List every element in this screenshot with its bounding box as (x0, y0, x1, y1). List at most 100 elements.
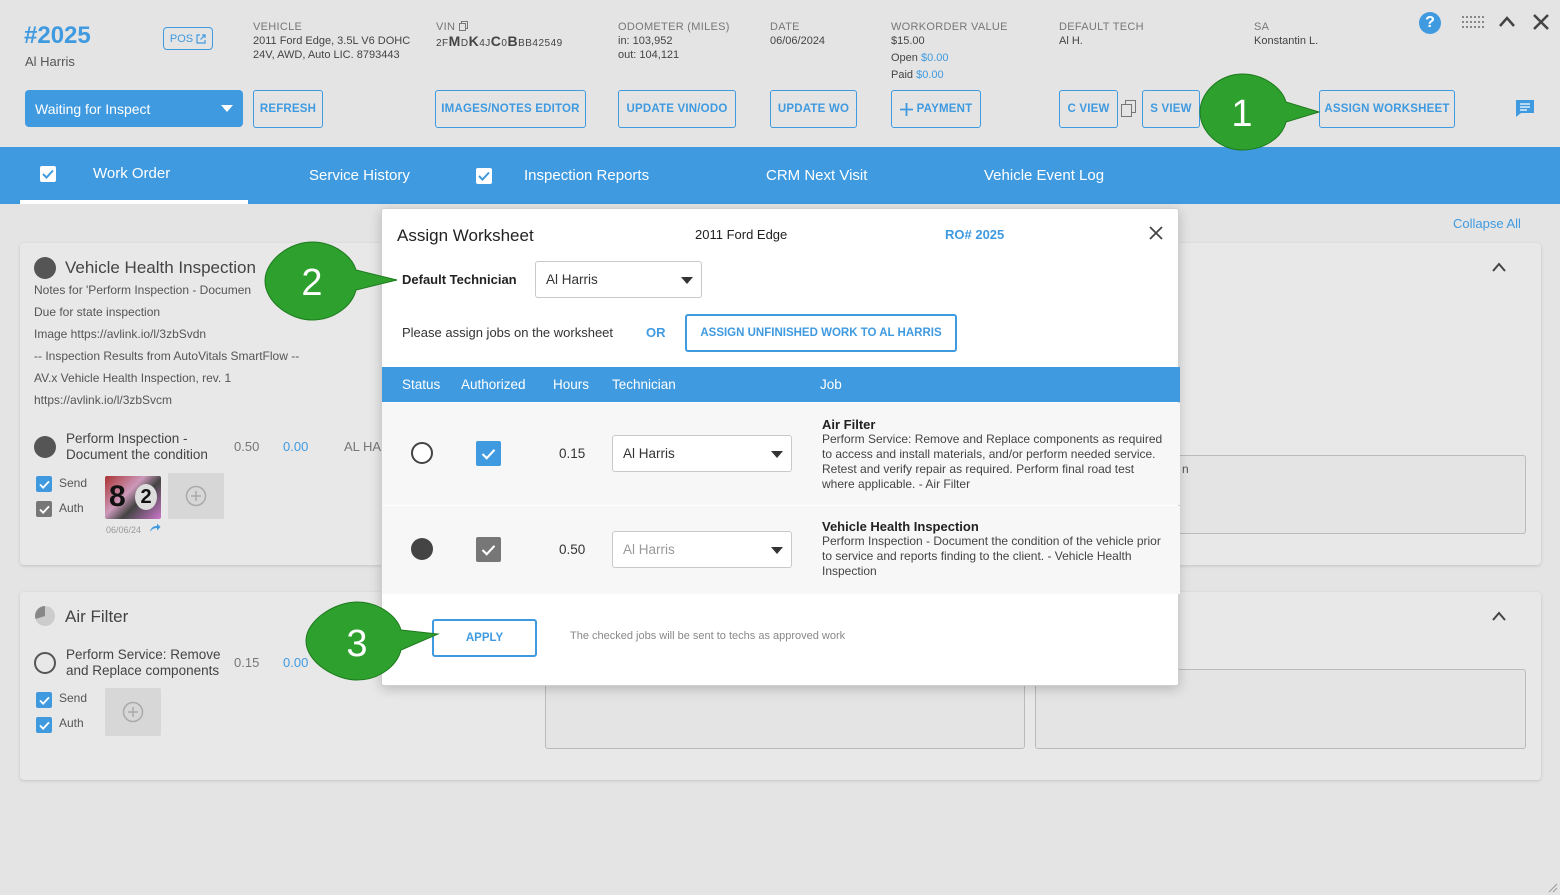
send-label: Send (59, 476, 88, 490)
technician-select[interactable]: Al Harris (612, 435, 792, 472)
job-title: Air Filter (822, 417, 876, 432)
c-view-button[interactable]: C VIEW (1059, 90, 1118, 128)
share-icon[interactable] (149, 523, 161, 533)
default-technician-value: Al Harris (546, 272, 598, 287)
grid-icon[interactable] (1462, 16, 1486, 30)
callout-number: 1 (1231, 93, 1252, 135)
resize-grip-icon[interactable] (1546, 881, 1558, 893)
default-technician-select[interactable]: Al Harris (535, 261, 702, 298)
update-wo-button[interactable]: UPDATE WO (770, 90, 857, 128)
tab-work-order[interactable]: Work Order (20, 147, 248, 204)
payment-button[interactable]: PAYMENT (891, 90, 981, 128)
status-in-progress-icon (411, 538, 433, 560)
job-tech: AL HA (344, 439, 382, 454)
close-icon[interactable] (1148, 225, 1164, 241)
check-icon (38, 505, 50, 514)
callout-number: 2 (301, 262, 322, 304)
note-line: Due for state inspection (34, 305, 161, 319)
odometer-info: ODOMETER (MILES) in: 103,952 out: 104,12… (618, 20, 730, 62)
tab-service-history-label: Service History (309, 167, 410, 184)
job-hours: 0.50 (234, 439, 260, 454)
table-row: 0.50 Al Harris Vehicle Health Inspection… (382, 506, 1180, 594)
paid-value[interactable]: $0.00 (916, 69, 944, 81)
inspection-image-thumbnail[interactable]: 8 2 (105, 476, 161, 519)
close-window-icon[interactable] (1531, 12, 1551, 32)
job-description: Perform Service: Remove and Replace comp… (822, 432, 1163, 491)
card-title: Vehicle Health Inspection (65, 258, 256, 277)
odometer-in: in: 103,952 (618, 35, 673, 47)
paid-label: Paid (891, 69, 914, 81)
or-label: OR (646, 325, 666, 340)
job-status-ring-icon[interactable] (34, 652, 56, 674)
send-checkbox[interactable] (36, 476, 52, 492)
chevron-up-icon[interactable] (1491, 610, 1507, 622)
job-hours: 0.15 (234, 655, 260, 670)
work-order-number: #2025 (24, 22, 91, 49)
callout-1: 1 (1199, 73, 1321, 151)
help-icon[interactable]: ? (1419, 12, 1441, 34)
default-tech-value: Al H. (1059, 35, 1083, 47)
add-image-button[interactable] (168, 473, 224, 519)
status-dot-icon (34, 257, 56, 279)
pos-label: POS (169, 32, 194, 45)
check-icon (38, 696, 50, 705)
chevron-down-icon (771, 451, 783, 458)
callout-2: 2 (264, 241, 398, 321)
collapse-all-link[interactable]: Collapse All (1453, 216, 1521, 231)
chat-icon[interactable] (1515, 99, 1535, 118)
auth-checkbox[interactable] (36, 501, 52, 517)
column-header: Hours (553, 377, 590, 392)
send-checkbox[interactable] (36, 692, 52, 708)
note-line: Image https://avlink.io/l/3zbSvdn (34, 327, 207, 341)
auth-checkbox[interactable] (36, 717, 52, 733)
date-value: 06/06/2024 (770, 35, 826, 47)
authorized-checkbox (476, 537, 501, 562)
tab-crm-next-visit[interactable]: CRM Next Visit (766, 147, 867, 204)
job-status-dot-icon[interactable] (34, 436, 56, 458)
refresh-button[interactable]: REFRESH (253, 90, 323, 128)
vehicle-info: VEHICLE 2011 Ford Edge, 3.5L V6 DOHC 24V… (253, 20, 410, 62)
chevron-down-icon (681, 277, 693, 284)
external-link-icon (196, 33, 206, 44)
chevron-up-icon[interactable] (1491, 261, 1507, 273)
pos-button[interactable]: POS (163, 27, 213, 50)
note-line: AV.x Vehicle Health Inspection, rev. 1 (34, 371, 232, 385)
job-hours: 0.15 (559, 446, 586, 461)
chevron-up-icon[interactable] (1497, 12, 1517, 32)
inspection-reports-checkbox[interactable] (476, 167, 492, 184)
worksheet-table-header: Status Authorized Hours Technician Job (382, 367, 1180, 402)
open-value[interactable]: $0.00 (921, 52, 949, 64)
assign-unfinished-work-button[interactable]: ASSIGN UNFINISHED WORK TO AL HARRIS (685, 314, 957, 352)
tab-service-history[interactable]: Service History (309, 147, 410, 204)
job-title: Vehicle Health Inspection (822, 519, 979, 534)
status-select[interactable]: Waiting for Inspect (25, 90, 243, 127)
card-title: Air Filter (65, 607, 129, 626)
job-name: Perform Inspection - Document the conditi… (66, 431, 208, 462)
images-notes-editor-button[interactable]: IMAGES/NOTES EDITOR (435, 90, 586, 128)
work-order-checkbox[interactable] (40, 165, 56, 182)
status-open-icon (411, 442, 433, 464)
check-icon (38, 721, 50, 730)
vin-value: 2FMDK4JC0BBB42549 (436, 33, 563, 49)
vehicle-line1: 2011 Ford Edge, 3.5L V6 DOHC (253, 35, 411, 47)
tab-vehicle-event-log[interactable]: Vehicle Event Log (984, 147, 1104, 204)
copy-vin-icon[interactable] (458, 21, 468, 31)
tab-work-order-label: Work Order (93, 165, 171, 182)
tab-vehicle-event-log-label: Vehicle Event Log (984, 167, 1105, 184)
assign-worksheet-modal: Assign Worksheet 2011 Ford Edge RO# 2025… (381, 208, 1180, 686)
modal-title: Assign Worksheet (397, 226, 534, 245)
column-header: Technician (612, 377, 676, 392)
apply-note: The checked jobs will be sent to techs a… (570, 630, 846, 642)
update-vin-odo-button[interactable]: UPDATE VIN/ODO (618, 90, 736, 128)
copy-icon[interactable] (1121, 100, 1137, 118)
sa-info: SA Konstantin L. (1254, 20, 1318, 48)
job-name: Perform Service: Remove and Replace compo… (66, 647, 221, 678)
authorized-checkbox[interactable] (476, 441, 501, 466)
job-price[interactable]: 0.00 (283, 439, 308, 454)
assign-worksheet-button[interactable]: ASSIGN WORKSHEET (1319, 90, 1455, 128)
technician-value: Al Harris (623, 542, 675, 557)
tab-inspection-reports[interactable]: Inspection Reports (476, 147, 649, 204)
add-image-button[interactable] (105, 688, 161, 736)
note-line: -- Inspection Results from AutoVitals Sm… (34, 349, 300, 363)
wo-value-label: WORKORDER VALUE (891, 21, 1008, 33)
